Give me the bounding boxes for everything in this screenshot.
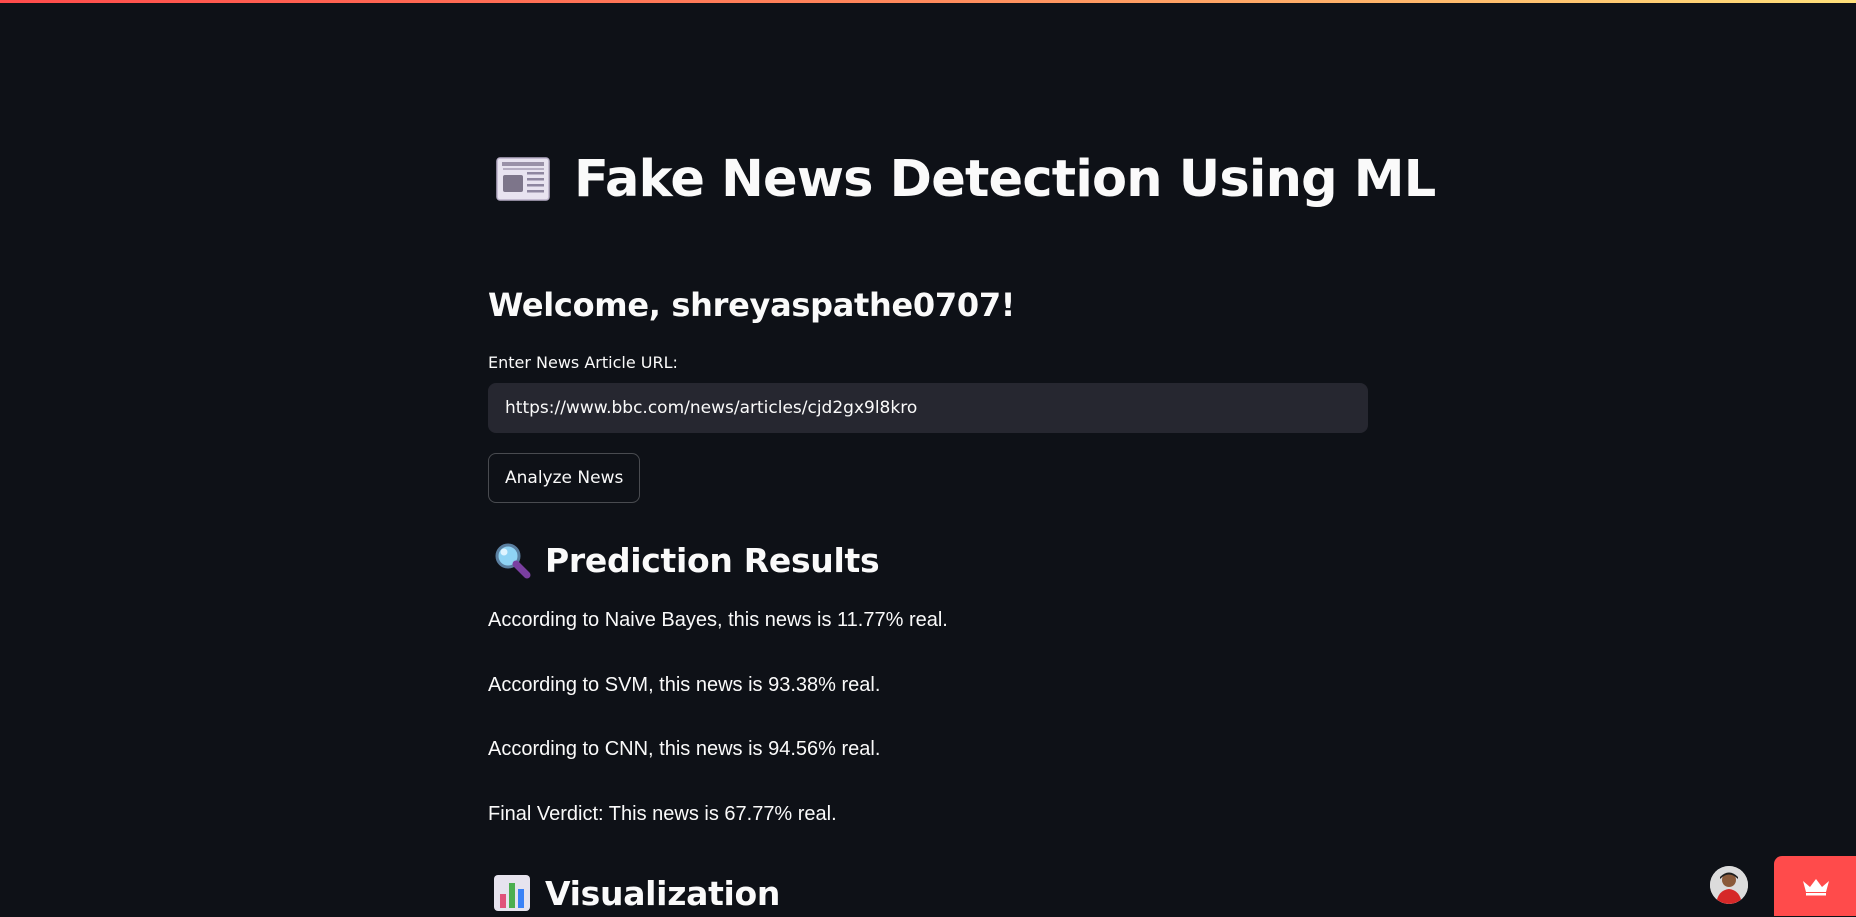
prediction-results-heading: Prediction Results <box>488 536 880 584</box>
magnifier-icon <box>495 543 531 579</box>
result-final-verdict: Final Verdict: This news is 67.77% real. <box>488 803 837 825</box>
url-input-label: Enter News Article URL: <box>488 353 678 372</box>
page-title-text: Fake News Detection Using ML <box>574 149 1436 209</box>
result-svm: According to SVM, this news is 93.38% re… <box>488 674 881 696</box>
user-avatar[interactable] <box>1710 866 1748 904</box>
visualization-heading: Visualization <box>488 869 780 917</box>
result-cnn: According to CNN, this news is 94.56% re… <box>488 738 881 760</box>
crown-icon <box>1803 879 1829 896</box>
url-input[interactable] <box>488 383 1368 433</box>
visualization-heading-text: Visualization <box>545 873 781 913</box>
page-title: Fake News Detection Using ML <box>488 144 1436 214</box>
avatar-image <box>1710 866 1748 904</box>
prediction-results-heading-text: Prediction Results <box>545 540 880 580</box>
result-naive-bayes: According to Naive Bayes, this news is 1… <box>488 609 948 631</box>
top-decoration-bar <box>0 0 1856 3</box>
analyze-news-button[interactable]: Analyze News <box>488 453 641 503</box>
bar-chart-icon <box>494 875 530 911</box>
streamlit-badge[interactable] <box>1774 856 1856 916</box>
newspaper-icon <box>496 157 550 201</box>
welcome-message: Welcome, shreyaspathe0707! <box>488 286 1016 324</box>
